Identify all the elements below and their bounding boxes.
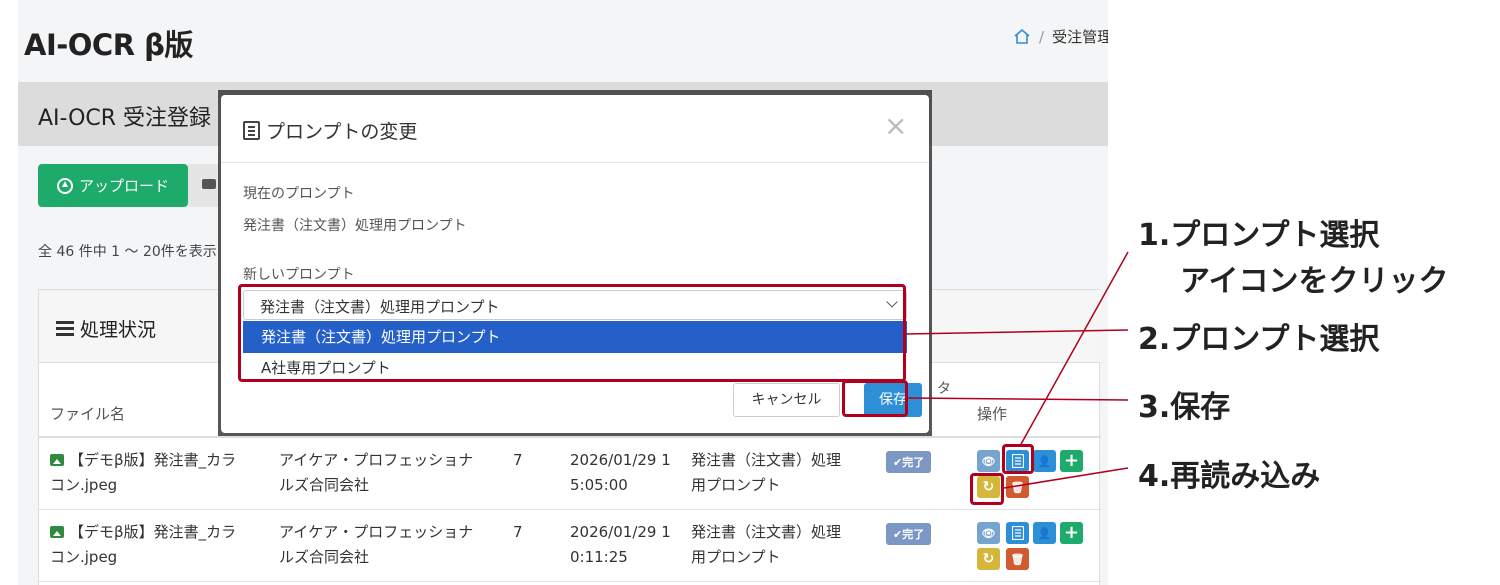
callout-step1-line1: 1.プロンプト選択	[1138, 218, 1380, 253]
callout-step3: 3.保存	[1138, 390, 1231, 425]
callout-step2: 2.プロンプト選択	[1138, 322, 1380, 357]
callout-step4: 4.再読み込み	[1138, 459, 1321, 494]
callout-step1-line2: アイコンをクリック	[1180, 264, 1449, 299]
